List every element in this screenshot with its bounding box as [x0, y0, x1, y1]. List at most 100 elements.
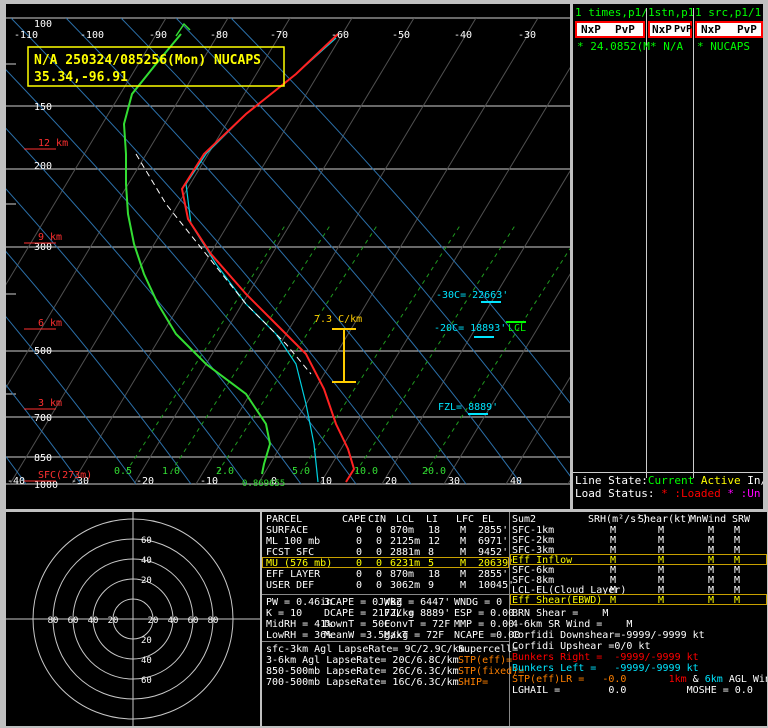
- shear-cell-7-2: M: [658, 595, 665, 606]
- height-label-3: 3 km: [38, 398, 62, 409]
- indices4-2: MMP = 0.00: [454, 619, 515, 630]
- corfidi-up: Corfidi Upshear =0/0 kt: [512, 641, 651, 652]
- top-temperature-ticks: -110 -100 -90 -80 -70 -60 -50 -40 -30: [14, 30, 536, 41]
- indices3-3: MaxT = 72F: [384, 630, 445, 641]
- parcel-cell-3-5: M: [460, 558, 467, 569]
- bunkers-left-value: -9999/-9999 kt: [614, 663, 699, 674]
- amp-label: &: [692, 674, 699, 685]
- hodo-y-label-6: 60: [141, 676, 152, 686]
- hodograph-panel[interactable]: 80 60 40 20 20 40 60 80 60 40 20 20 40 60: [6, 512, 260, 726]
- dry-adiabat-11: [230, 18, 570, 404]
- sr-wind: 4-6km SR Wind = M: [512, 619, 632, 630]
- dewpoint-trace: [122, 33, 272, 475]
- load-status-row: Load Status: * :Loaded * :Un: [575, 488, 760, 499]
- lapse-rate-1: 3-6km Agl LapseRate= 20C/6.8C/km: [266, 655, 459, 666]
- shear-header-sum: Sum2: [512, 514, 537, 525]
- indices3-2: ConvT = 72F: [384, 619, 451, 630]
- mixing-ratio-label-1: 1.0: [162, 466, 180, 477]
- stp-lr-label: STP(eff)LR =: [512, 674, 585, 685]
- column-divider-1: [646, 8, 647, 478]
- indices2-2: DownT = 50F: [324, 619, 391, 630]
- lapse-rate-3: 700-500mb LapseRate= 16C/6.3C/km: [266, 677, 459, 688]
- indices3-0: WBZ = 6447': [384, 597, 451, 608]
- indices4-3: NCAPE =0.00: [454, 630, 521, 641]
- surface-values: 0.869655: [242, 479, 285, 489]
- times-value[interactable]: * 24.0852(M: [577, 41, 650, 52]
- dry-adiabat-10: [175, 18, 570, 477]
- pressure-label-850: 850: [34, 453, 52, 464]
- top-tick-4: -70: [270, 30, 288, 41]
- lapse-rate-0: sfc-3km Agl LapseRate= 9C/2.9C/km: [266, 644, 465, 655]
- top-tick-0: -110: [14, 30, 38, 41]
- indices-2: MidRH = 41%: [266, 619, 333, 630]
- mixing-ratio-lines: [125, 223, 570, 473]
- parcel-cell-5-4: 9: [428, 580, 435, 591]
- parcel-divider: [262, 594, 509, 595]
- shear-cell-7-1: M: [610, 595, 617, 606]
- status-divider: [573, 472, 763, 473]
- shear-header-srw: SRW: [732, 514, 751, 525]
- brn-shear: BRN Shear = M: [512, 608, 608, 619]
- skm-label: 6km: [704, 674, 723, 685]
- parcel-cell-0-3: 870m: [390, 525, 415, 536]
- parcel-cell-0-4: 18: [428, 525, 441, 536]
- times-next-button[interactable]: NxP: [581, 24, 601, 35]
- parcel-header-lcl: LCL: [396, 514, 415, 525]
- skewt-diagram[interactable]: -110 -100 -90 -80 -70 -60 -50 -40 -30 -40 -30 -20 -…: [6, 4, 570, 509]
- mixing-ratio-3: [300, 223, 462, 473]
- parcel-header-cape: CAPE: [342, 514, 367, 525]
- top-tick-1: -100: [80, 30, 104, 41]
- load-status-label: Load Status:: [575, 487, 655, 500]
- pressure-label-150: 150: [34, 102, 52, 113]
- line-state-label: Line State:: [575, 474, 648, 487]
- indices-divider: [262, 641, 509, 642]
- parcel-cell-1-1: 0: [356, 536, 363, 547]
- parcel-cell-4-1: 0: [356, 569, 363, 580]
- parameters-panel: PARCEL CAPE CIN LCL LI LFC EL SURFACE 0 0 8…: [262, 512, 767, 726]
- parcel-cell-1-5: M: [460, 536, 467, 547]
- parcel-cell-5-5: M: [460, 580, 467, 591]
- indices-3: LowRH = 36%: [266, 630, 333, 641]
- hodo-y-label-5: 40: [141, 656, 152, 666]
- indices-0: PW = 0.46in: [266, 597, 333, 608]
- top-tick-2: -90: [149, 30, 167, 41]
- hodo-x-label-7: 80: [208, 616, 219, 626]
- parcel-cell-1-2: 0: [376, 536, 383, 547]
- parcel-cell-0-5: M: [460, 525, 467, 536]
- skewt-panel[interactable]: -110 -100 -90 -80 -70 -60 -50 -40 -30 -40 -30 -20 -…: [6, 4, 570, 509]
- src-prev-button[interactable]: PvP: [737, 24, 757, 35]
- times-prev-button[interactable]: PvP: [615, 24, 635, 35]
- shear-header-mnwind: MnWind: [690, 514, 727, 525]
- indices3-1: FZL = 8889': [384, 608, 451, 619]
- height-label-1: 9 km: [38, 232, 62, 243]
- parcel-header-parcel: PARCEL: [266, 514, 303, 525]
- level-20-label: -20C= 18893': [434, 323, 506, 334]
- parcel-cell-5-0: USER DEF: [266, 580, 315, 591]
- hodo-x-label-4: 20: [148, 616, 159, 626]
- mixing-ratio-label-5: 20.0: [422, 466, 446, 477]
- lkm-label: 1km: [668, 674, 687, 685]
- hodo-x-label-0: 80: [48, 616, 59, 626]
- bunkers-right-value: -9999/-9999 kt: [614, 652, 699, 663]
- height-label-0: 12 km: [38, 138, 68, 149]
- supercell-3: SHIP=: [458, 677, 489, 688]
- stn-next-button[interactable]: NxP: [652, 24, 672, 35]
- pressure-label-500: 500: [34, 346, 52, 357]
- line-state-row: Line State:Current Active In/: [575, 475, 763, 486]
- hodograph[interactable]: 80 60 40 20 20 40 60 80 60 40 20 20 40 60: [6, 512, 260, 726]
- src-next-button[interactable]: NxP: [701, 24, 721, 35]
- stn-prev-button[interactable]: PvP: [674, 24, 692, 35]
- shear-cell-7-4: M: [734, 595, 741, 606]
- isotherm-4: [133, 18, 415, 485]
- bunkers-right-label: Bunkers Right =: [512, 652, 603, 663]
- parcel-cell-1-6: 6971': [478, 536, 509, 547]
- bottom-tick-3: -10: [200, 476, 218, 487]
- lghail: LGHAIL = 0.0 MOSHE = 0.0: [512, 685, 753, 696]
- dry-adiabat-8: [65, 18, 467, 485]
- bottom-tick-8: 40: [510, 476, 522, 487]
- parcel-cell-3-1: 0: [356, 558, 363, 569]
- src-value[interactable]: * NUCAPS: [697, 41, 750, 52]
- times-nav-buttons: NxP PvP: [575, 21, 645, 38]
- stn-value[interactable]: * N/A: [650, 41, 683, 52]
- top-tick-5: -60: [331, 30, 349, 41]
